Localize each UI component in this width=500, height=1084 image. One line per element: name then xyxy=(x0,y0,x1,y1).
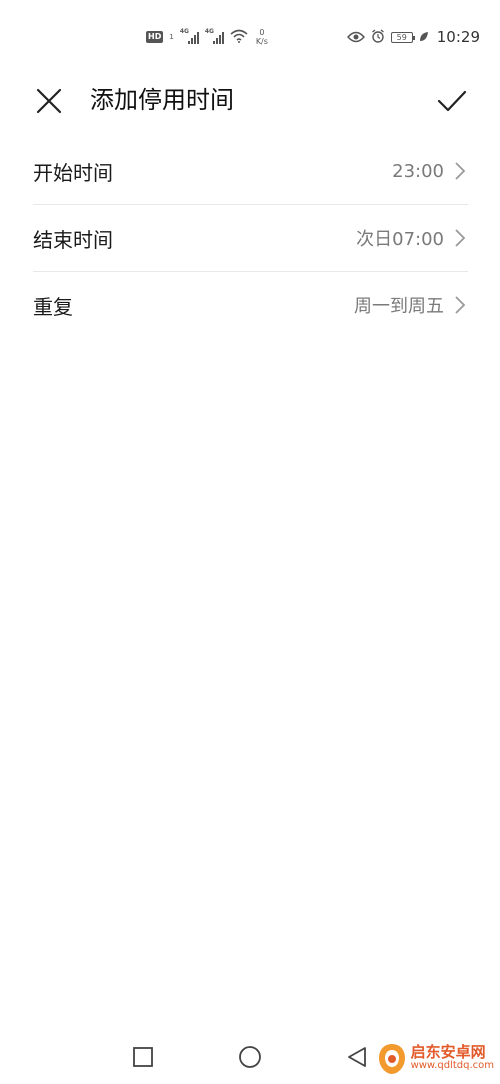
confirm-button[interactable] xyxy=(434,84,470,118)
battery-icon: 59 xyxy=(390,31,415,43)
status-indicators: HD 1 4G 4G 0 K/s xyxy=(146,24,268,50)
alarm-icon xyxy=(371,28,385,47)
hd-badge: HD xyxy=(146,31,164,43)
leaf-icon xyxy=(419,28,429,47)
eye-icon xyxy=(346,28,365,47)
start-time-value: 23:00 xyxy=(392,160,444,182)
close-button[interactable] xyxy=(32,84,66,118)
status-bar: HD 1 4G 4G 0 K/s 59 10:29 xyxy=(0,0,500,72)
back-button[interactable] xyxy=(342,1042,372,1072)
repeat-value: 周一到周五 xyxy=(354,296,444,317)
signal-2-icon: 4G xyxy=(204,28,224,44)
end-time-value: 次日07:00 xyxy=(356,229,444,250)
network-speed: 0 K/s xyxy=(256,28,268,46)
end-time-row[interactable]: 结束时间 次日07:00 xyxy=(33,205,468,272)
page-title: 添加停用时间 xyxy=(90,86,234,114)
watermark-url: www.qdltdq.com xyxy=(410,1060,494,1071)
recent-apps-button[interactable] xyxy=(128,1042,158,1072)
repeat-label: 重复 xyxy=(33,294,73,319)
chevron-right-icon xyxy=(454,228,468,248)
start-time-row[interactable]: 开始时间 23:00 xyxy=(33,138,468,205)
network-speed-value: 0 xyxy=(259,28,265,37)
watermark: 启东安卓网 www.qdltdq.com xyxy=(377,1042,494,1076)
chevron-right-icon xyxy=(454,295,468,315)
app-bar: 添加停用时间 xyxy=(0,72,500,128)
chevron-right-icon xyxy=(454,161,468,181)
wifi-icon xyxy=(230,28,248,47)
watermark-title: 启东安卓网 xyxy=(410,1043,486,1061)
watermark-logo-icon xyxy=(378,1044,405,1074)
close-icon xyxy=(36,88,62,114)
network-speed-unit: K/s xyxy=(255,37,268,46)
repeat-row[interactable]: 重复 周一到周五 xyxy=(33,272,468,338)
end-time-label: 结束时间 xyxy=(33,227,113,252)
battery-level: 59 xyxy=(396,32,407,42)
status-right: 59 10:29 xyxy=(346,24,480,50)
circle-icon xyxy=(239,1046,261,1068)
network-type-1: 4G xyxy=(179,28,189,35)
settings-list: 开始时间 23:00 结束时间 次日07:00 重复 周一到周五 xyxy=(33,138,468,338)
start-time-label: 开始时间 xyxy=(33,160,113,185)
square-icon xyxy=(133,1047,153,1067)
clock: 10:29 xyxy=(436,28,480,46)
check-icon xyxy=(437,90,467,112)
triangle-back-icon xyxy=(348,1047,366,1067)
sim-number: 1 xyxy=(169,33,174,41)
signal-1-icon: 4G xyxy=(179,28,199,44)
network-type-2: 4G xyxy=(204,28,214,35)
home-button[interactable] xyxy=(235,1042,265,1072)
